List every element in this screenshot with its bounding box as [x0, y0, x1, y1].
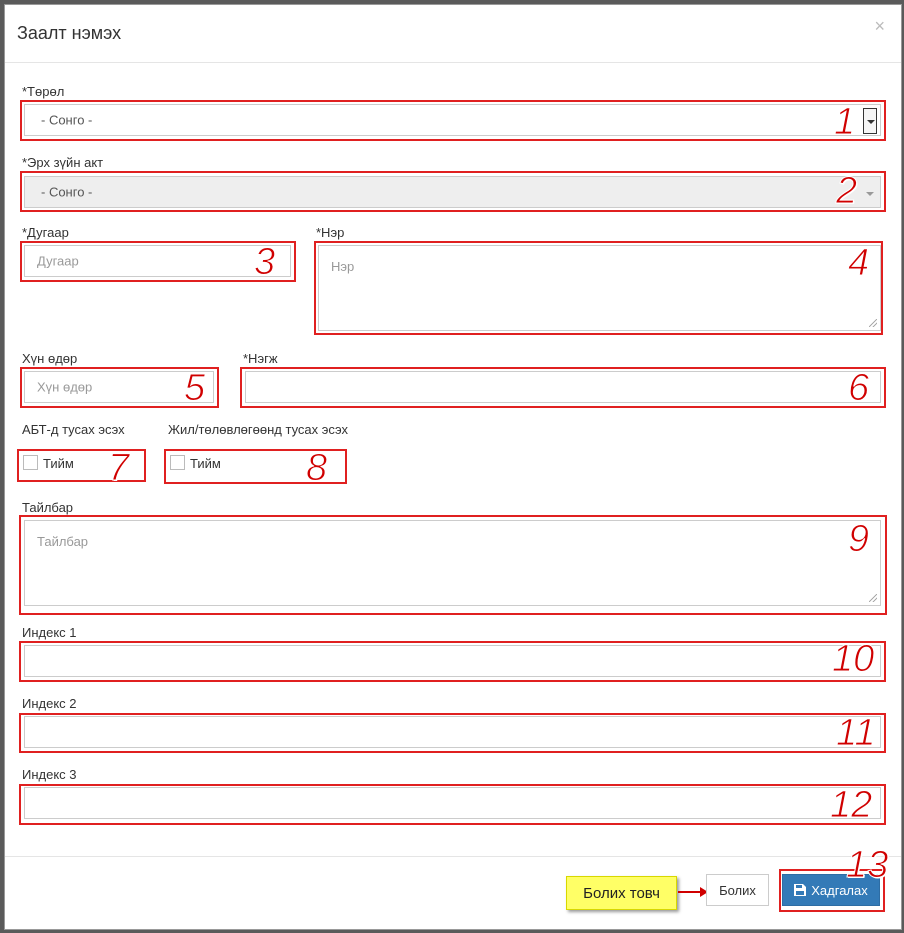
- annotation-number-5: 5: [183, 367, 206, 409]
- index3-label: Индекс 3: [22, 767, 77, 782]
- tailbar-placeholder: Тайлбар: [37, 534, 89, 549]
- abt-label: АБТ-д тусах эсэх: [22, 422, 125, 437]
- torol-select-value: - Сонго -: [41, 112, 93, 128]
- jil-checkbox[interactable]: [170, 455, 185, 470]
- annotation-number-9: 9: [847, 518, 870, 560]
- dugaar-input[interactable]: Дугаар: [24, 245, 291, 277]
- ner-placeholder: Нэр: [331, 259, 355, 274]
- index1-input[interactable]: [24, 645, 881, 677]
- index3-input[interactable]: [24, 787, 881, 819]
- dugaar-label: *Дугаар: [22, 225, 69, 240]
- index1-label: Индекс 1: [22, 625, 77, 640]
- tailbar-textarea[interactable]: Тайлбар: [24, 520, 881, 606]
- resize-handle-icon[interactable]: [869, 319, 877, 327]
- torol-select[interactable]: - Сонго -: [24, 104, 881, 136]
- torol-label: *Төрөл: [22, 84, 65, 99]
- index2-label: Индекс 2: [22, 696, 77, 711]
- index2-input[interactable]: [24, 716, 881, 748]
- save-icon: [794, 884, 807, 896]
- chevron-down-icon[interactable]: [863, 108, 877, 134]
- ner-textarea[interactable]: Нэр: [318, 245, 881, 331]
- annotation-number-10: 10: [831, 638, 875, 680]
- annotation-number-3: 3: [253, 241, 276, 283]
- dugaar-placeholder: Дугаар: [37, 253, 79, 269]
- ner-label: *Нэр: [316, 225, 345, 240]
- abt-checkbox[interactable]: [23, 455, 38, 470]
- jil-label: Жил/төлөвлөгөөнд тусах эсэх: [168, 422, 349, 437]
- annotation-number-8: 8: [305, 447, 328, 489]
- annotation-number-7: 7: [107, 447, 130, 489]
- hun-odor-label: Хүн өдөр: [22, 351, 78, 366]
- close-icon[interactable]: ×: [874, 17, 885, 35]
- cancel-callout: Болих товч: [566, 876, 677, 910]
- erh-zuin-akt-select[interactable]: - Сонго -: [24, 176, 881, 208]
- abt-checkbox-label[interactable]: Тийм: [43, 456, 74, 471]
- modal-header: Заалт нэмэх ×: [5, 5, 901, 63]
- jil-checkbox-label[interactable]: Тийм: [190, 456, 221, 471]
- annotation-number-6: 6: [847, 367, 870, 409]
- tailbar-label: Тайлбар: [22, 500, 74, 515]
- hun-odor-placeholder: Хүн өдөр: [37, 379, 93, 395]
- annotation-number-4: 4: [847, 242, 870, 284]
- cancel-button[interactable]: Болих: [706, 874, 769, 906]
- annotation-number-1: 1: [833, 101, 856, 143]
- annotation-number-2: 2: [835, 170, 858, 212]
- annotation-number-12: 12: [829, 784, 873, 826]
- resize-handle-icon[interactable]: [869, 594, 877, 602]
- erh-zuin-akt-label: *Эрх зүйн акт: [22, 155, 104, 170]
- negj-input[interactable]: [245, 371, 881, 403]
- erh-zuin-akt-select-value: - Сонго -: [41, 184, 93, 200]
- negj-label: *Нэгж: [243, 351, 278, 366]
- annotation-number-13: 13: [845, 844, 889, 886]
- annotation-number-11: 11: [835, 712, 876, 754]
- modal-title: Заалт нэмэх: [17, 23, 122, 43]
